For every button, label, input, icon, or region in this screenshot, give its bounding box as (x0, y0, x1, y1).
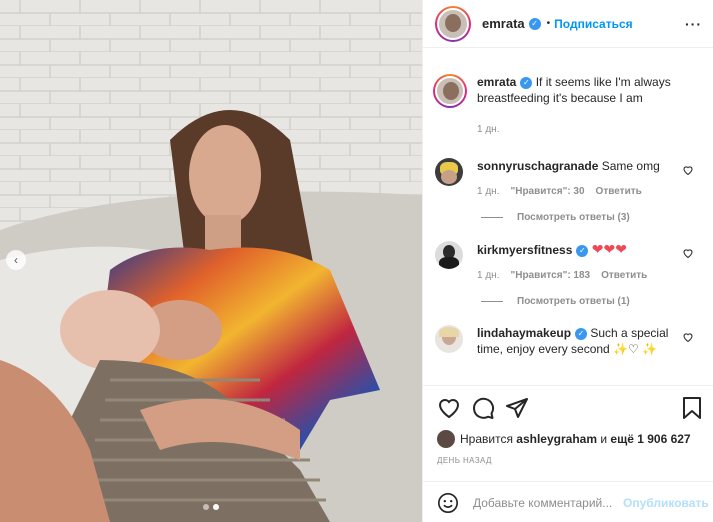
like-heart-icon[interactable] (437, 396, 461, 420)
caption-username[interactable]: emrata (477, 75, 516, 89)
view-replies-button[interactable]: Посмотреть ответы (1) (481, 296, 702, 307)
caption-time[interactable]: 1 дн. (477, 122, 499, 138)
post-date[interactable]: ДЕНЬ НАЗАД (437, 456, 492, 465)
carousel-dots (0, 504, 422, 510)
add-comment-bar: Опубликовать (423, 481, 713, 522)
avatar-image (437, 7, 469, 40)
caption-meta: 1 дн. (477, 122, 681, 138)
verified-badge-icon: ✓ (576, 244, 589, 257)
verified-badge-icon: ✓ (528, 17, 541, 30)
comment-body: sonnyruschagranade Same omg 1 дн. "Нрави… (477, 158, 681, 200)
share-paper-plane-icon[interactable] (505, 396, 529, 420)
caption-avatar[interactable] (433, 74, 467, 108)
comment-meta: 1 дн. "Нравится": 183 Ответить (477, 268, 681, 284)
avatar-image (435, 76, 465, 106)
caption: emrata ✓ If it seems like I'm always brea… (433, 74, 702, 138)
emoji-smiley-icon[interactable] (437, 492, 459, 514)
comment-username[interactable]: lindahaymakeup (477, 326, 571, 340)
likes-summary[interactable]: Нравится ashleygraham и ещё 1 906 627 (437, 430, 691, 448)
comment-username[interactable]: kirkmyersfitness (477, 243, 572, 257)
replies-line (481, 301, 503, 302)
commenter-avatar[interactable] (435, 158, 463, 186)
view-replies-label: Посмотреть ответы (1) (517, 296, 630, 307)
comment-item: sonnyruschagranade Same omg 1 дн. "Нрави… (435, 158, 702, 200)
like-comment-heart-icon[interactable] (682, 164, 694, 176)
comment-item: lindahaymakeup ✓ Such a special time, enj… (435, 325, 702, 357)
comment-time[interactable]: 1 дн. (477, 268, 499, 284)
comment-meta: 1 дн. "Нравится": 30 Ответить (477, 184, 681, 200)
commenter-avatar[interactable] (435, 325, 463, 353)
comment-bubble-icon[interactable] (471, 396, 495, 420)
like-comment-heart-icon[interactable] (682, 331, 694, 343)
carousel-dot (203, 504, 209, 510)
comment-likes[interactable]: "Нравится": 30 (510, 184, 584, 200)
reply-button[interactable]: Ответить (601, 268, 647, 284)
comments-list[interactable]: emrata ✓ If it seems like I'm always brea… (423, 60, 713, 384)
view-replies-button[interactable]: Посмотреть ответы (3) (481, 212, 702, 223)
comment-body: kirkmyersfitness ✓ ❤❤❤ 1 дн. "Нравится": … (477, 241, 681, 284)
likes-prefix: Нравится (460, 432, 513, 446)
caption-body: emrata ✓ If it seems like I'm always brea… (477, 74, 681, 138)
verified-badge-icon: ✓ (575, 327, 588, 340)
comment-text: Same omg (601, 159, 660, 173)
post-photo[interactable]: ‹ (0, 0, 422, 522)
post-panel: emrata ✓ • Подписаться ··· emrata ✓ If it… (422, 0, 713, 522)
liker-avatar (437, 430, 455, 448)
like-comment-heart-icon[interactable] (682, 247, 694, 259)
save-bookmark-icon[interactable] (681, 396, 703, 420)
publish-button[interactable]: Опубликовать (623, 496, 709, 510)
comment-body: lindahaymakeup ✓ Such a special time, enj… (477, 325, 681, 357)
author-username[interactable]: emrata (482, 16, 525, 31)
verified-badge-icon: ✓ (520, 76, 533, 89)
comment-text: ❤❤❤ (591, 241, 627, 257)
reply-button[interactable]: Ответить (596, 184, 642, 200)
post-actions: Нравится ashleygraham и ещё 1 906 627 ДЕ… (423, 385, 713, 522)
carousel-prev-button[interactable]: ‹ (6, 250, 26, 270)
post-header: emrata ✓ • Подписаться ··· (423, 0, 713, 48)
header-separator: • (546, 18, 551, 29)
comment-username[interactable]: sonnyruschagranade (477, 159, 598, 173)
replies-line (481, 217, 503, 218)
likes-count[interactable]: ещё 1 906 627 (610, 432, 690, 446)
comment-time[interactable]: 1 дн. (477, 184, 499, 200)
more-options-icon[interactable]: ··· (685, 16, 702, 32)
photo-image (0, 0, 422, 522)
action-icons (435, 396, 703, 420)
view-replies-label: Посмотреть ответы (3) (517, 212, 630, 223)
carousel-dot-active (213, 504, 219, 510)
comment-item: kirkmyersfitness ✓ ❤❤❤ 1 дн. "Нравится": … (435, 241, 702, 284)
author-avatar[interactable] (435, 5, 471, 42)
add-comment-input[interactable] (473, 495, 623, 510)
comment-likes[interactable]: "Нравится": 183 (510, 268, 590, 284)
likes-and: и (600, 432, 608, 446)
commenter-avatar[interactable] (435, 241, 463, 269)
instagram-post: ‹ emrata ✓ • Подписаться ··· emrata ✓ If … (0, 0, 713, 522)
liker-username[interactable]: ashleygraham (516, 432, 597, 446)
follow-button[interactable]: Подписаться (554, 17, 632, 31)
